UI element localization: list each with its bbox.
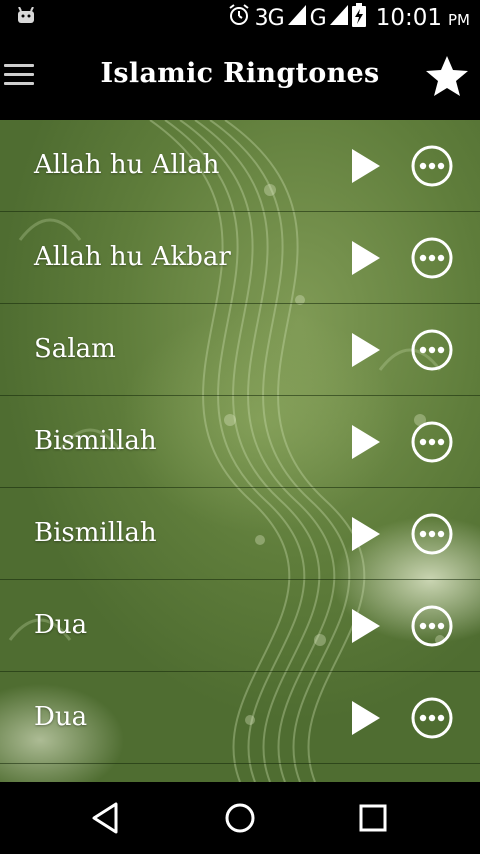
ringtone-title: Salam [34, 334, 116, 364]
ringtone-row[interactable]: Allah hu Akbar [0, 212, 480, 304]
ringtone-title: Dua [34, 610, 88, 640]
ringtone-title: Allah hu Allah [34, 150, 220, 180]
more-options-icon[interactable] [410, 420, 454, 464]
network-3g-label: 3G [254, 5, 285, 31]
ringtone-row[interactable]: Bismillah [0, 488, 480, 580]
status-time: 10:01 [375, 5, 442, 31]
more-options-icon[interactable] [410, 512, 454, 556]
more-options-icon[interactable] [410, 328, 454, 372]
ringtone-list: Allah hu Allah Allah hu Akbar Salam Bism… [0, 120, 480, 764]
signal-icon [287, 5, 306, 31]
ringtone-title: Bismillah [34, 518, 157, 548]
battery-charging-icon [351, 3, 366, 33]
navigation-bar [0, 782, 480, 854]
play-icon[interactable] [348, 239, 384, 277]
app-bar: Islamic Ringtones [0, 36, 480, 120]
ringtone-row[interactable]: Dua [0, 672, 480, 764]
play-icon[interactable] [348, 515, 384, 553]
ringtone-title: Bismillah [34, 426, 157, 456]
ringtone-row[interactable]: Allah hu Allah [0, 120, 480, 212]
more-options-icon[interactable] [410, 236, 454, 280]
ringtone-row[interactable]: Dua [0, 580, 480, 672]
play-icon[interactable] [348, 331, 384, 369]
play-icon[interactable] [348, 147, 384, 185]
play-icon[interactable] [348, 423, 384, 461]
more-options-icon[interactable] [410, 144, 454, 188]
play-icon[interactable] [348, 699, 384, 737]
ringtone-row[interactable]: Salam [0, 304, 480, 396]
back-icon[interactable] [88, 800, 124, 836]
recents-icon[interactable] [355, 800, 391, 836]
ringtone-list-area[interactable]: Allah hu Allah Allah hu Akbar Salam Bism… [0, 120, 480, 782]
network-g-label: G [309, 5, 327, 31]
status-ampm: PM [448, 11, 470, 29]
ringtone-title: Dua [34, 702, 88, 732]
app-title: Islamic Ringtones [100, 58, 380, 89]
home-icon[interactable] [222, 800, 258, 836]
more-options-icon[interactable] [410, 696, 454, 740]
screen: 3G G 10:01 PM Islamic Ringtones Allah hu… [0, 0, 480, 854]
status-bar: 3G G 10:01 PM [0, 0, 480, 36]
ringtone-row[interactable]: Bismillah [0, 396, 480, 488]
play-icon[interactable] [348, 607, 384, 645]
ringtone-title: Allah hu Akbar [34, 242, 231, 272]
more-options-icon[interactable] [410, 604, 454, 648]
signal-icon [329, 5, 348, 31]
android-icon [16, 6, 36, 29]
alarm-icon [227, 3, 251, 33]
star-icon[interactable] [424, 54, 470, 100]
